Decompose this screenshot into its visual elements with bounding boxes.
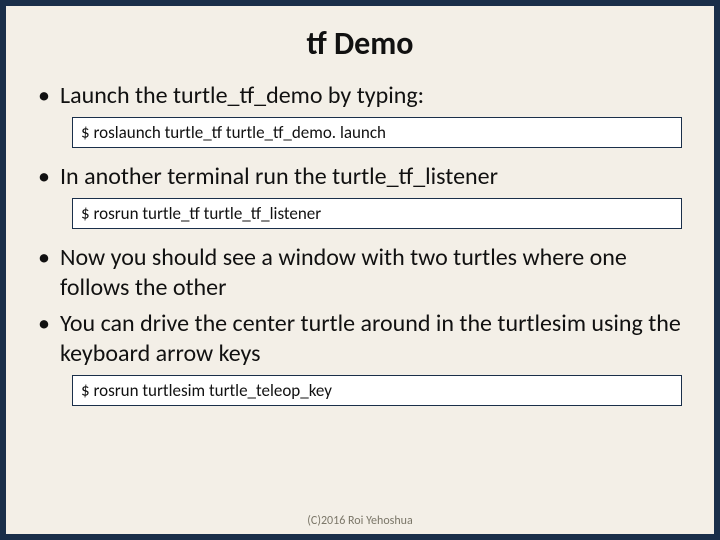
command-box: $ rosrun turtle_tf turtle_tf_listener — [72, 198, 682, 229]
slide: tf Demo Launch the turtle_tf_demo by typ… — [6, 6, 714, 534]
bullet-item: In another terminal run the turtle_tf_li… — [34, 162, 686, 192]
bullet-item: Now you should see a window with two tur… — [34, 243, 686, 303]
bullet-list: Now you should see a window with two tur… — [34, 243, 686, 369]
slide-title: tf Demo — [34, 24, 686, 63]
command-box: $ roslaunch turtle_tf turtle_tf_demo. la… — [72, 117, 682, 148]
command-box: $ rosrun turtlesim turtle_teleop_key — [72, 375, 682, 406]
bullet-list: In another terminal run the turtle_tf_li… — [34, 162, 686, 192]
bullet-item: You can drive the center turtle around i… — [34, 309, 686, 369]
footer-copyright: (C)2016 Roi Yehoshua — [6, 514, 714, 528]
bullet-item: Launch the turtle_tf_demo by typing: — [34, 81, 686, 111]
bullet-list: Launch the turtle_tf_demo by typing: — [34, 81, 686, 111]
